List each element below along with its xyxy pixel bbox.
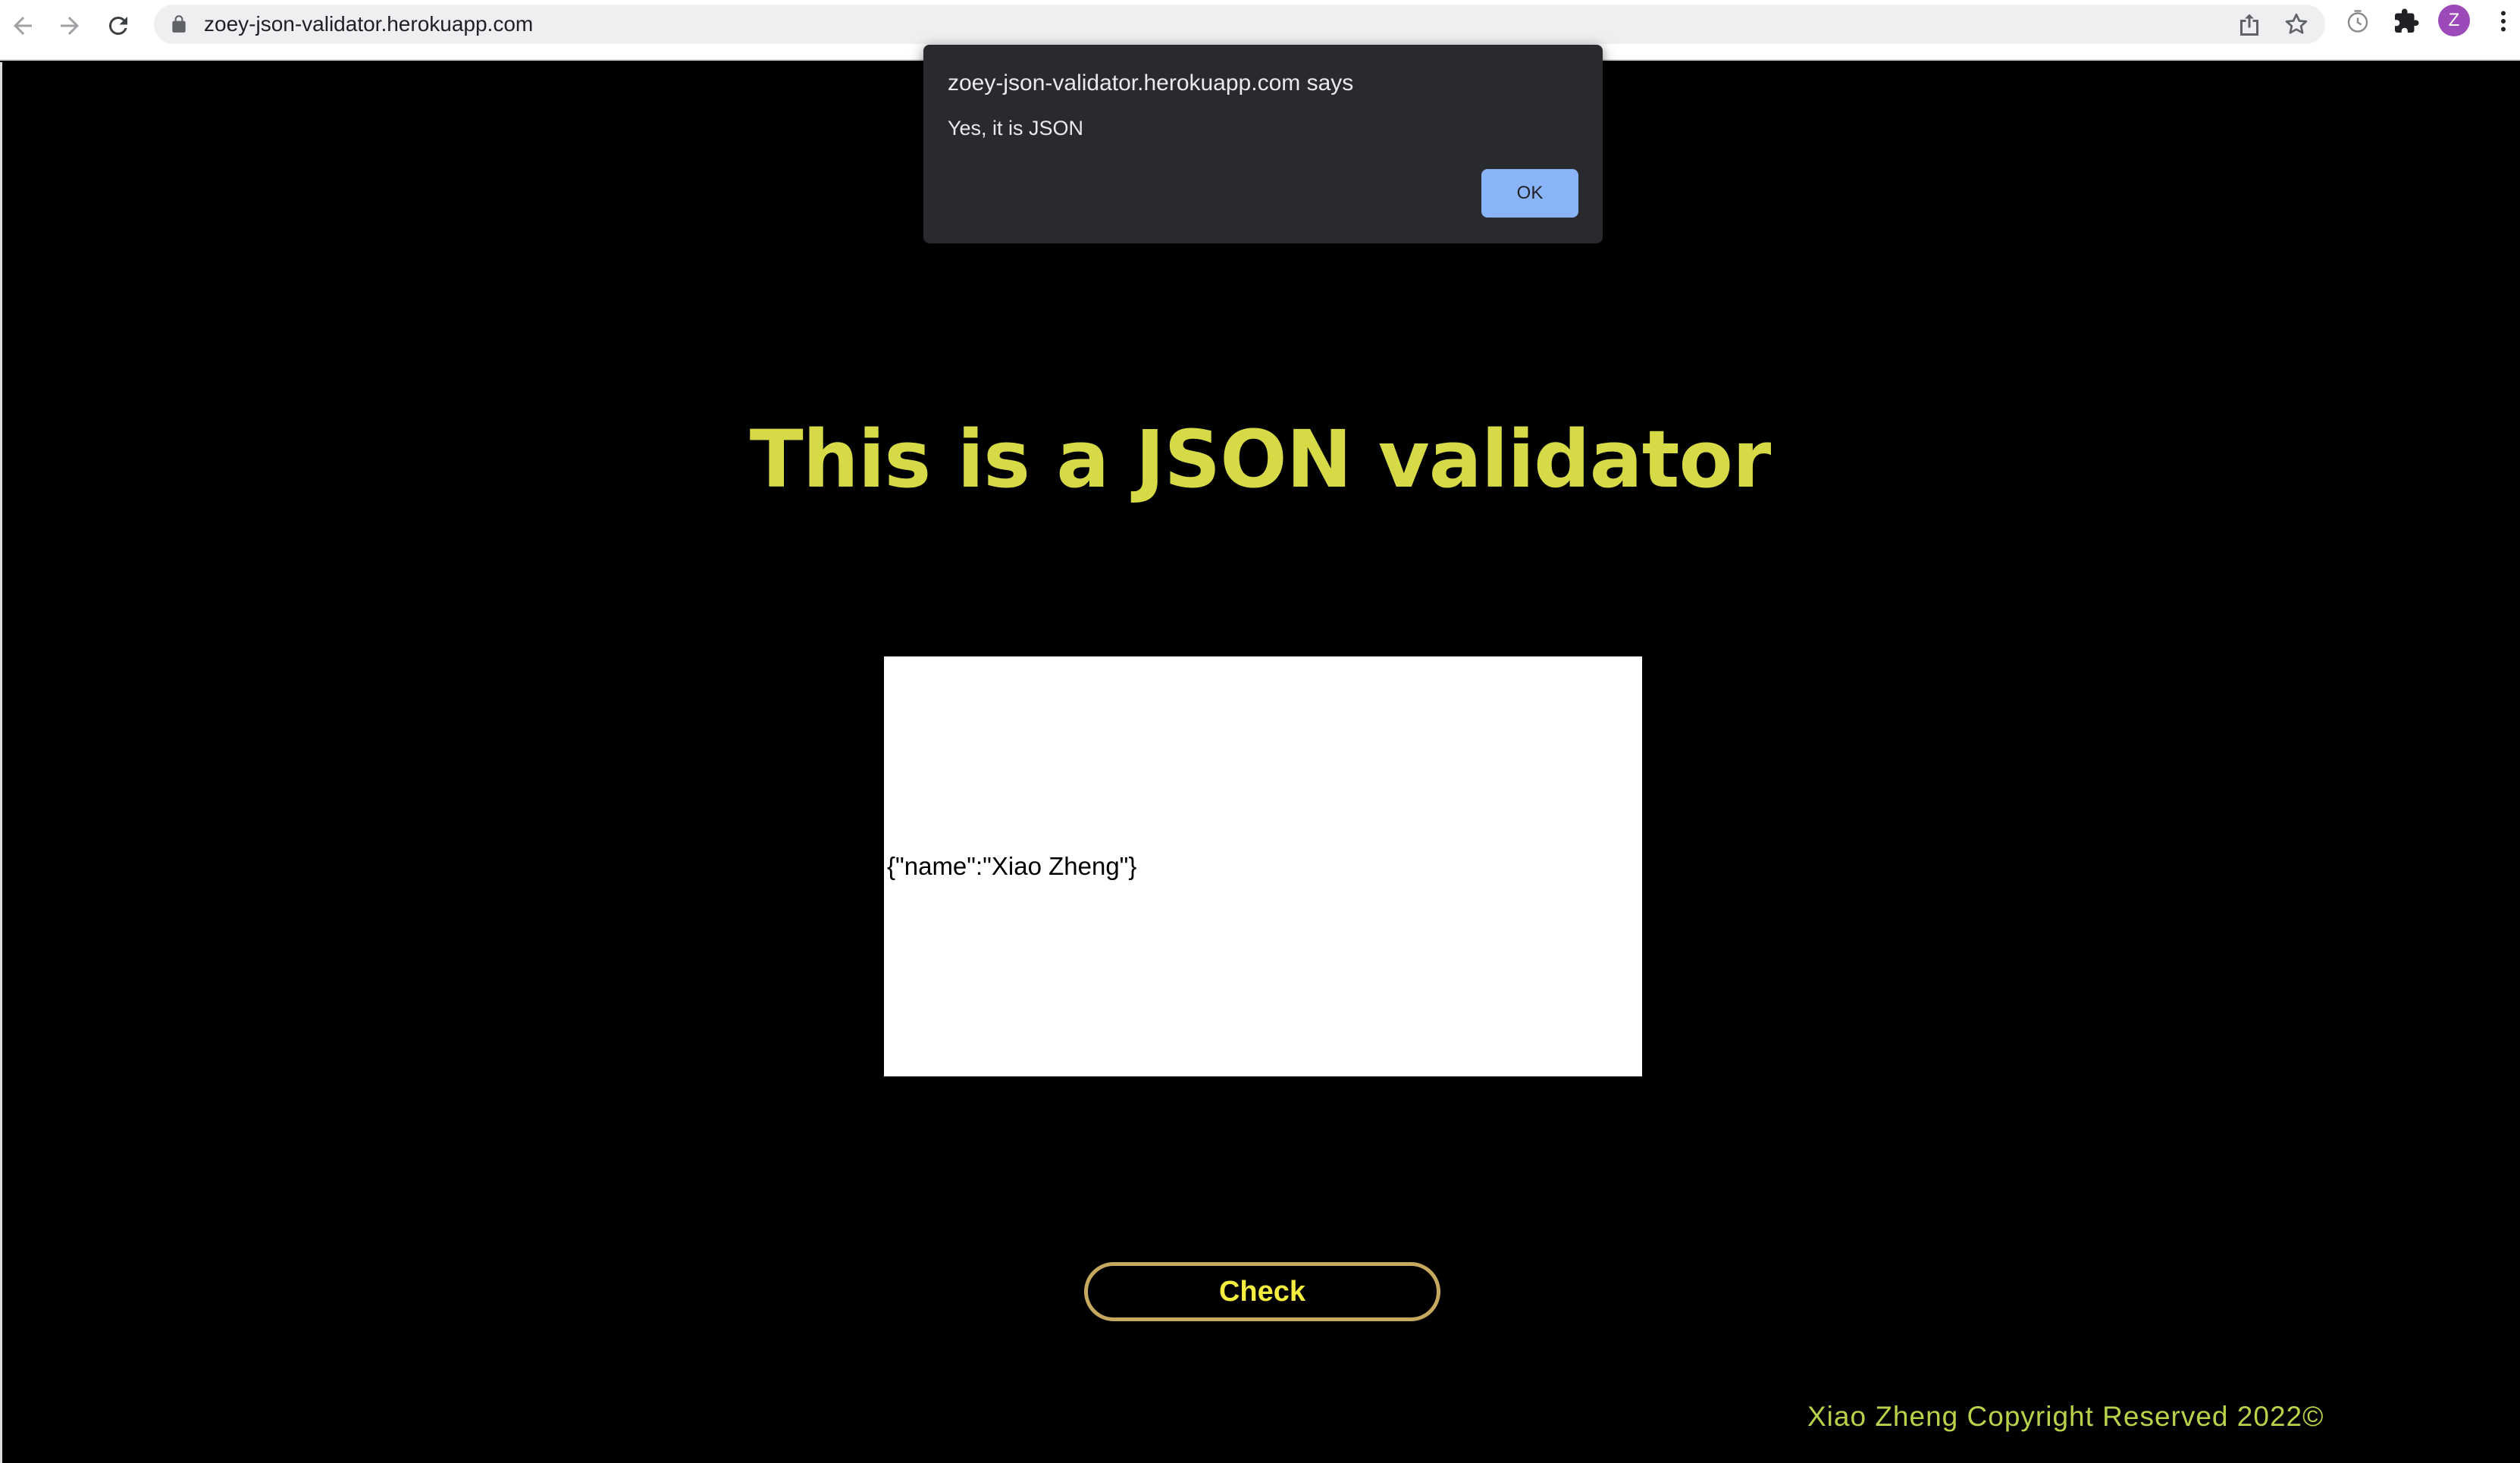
share-icon[interactable] — [2236, 11, 2263, 38]
page-border — [0, 62, 2, 1463]
avatar[interactable]: Z — [2438, 5, 2470, 36]
check-button[interactable]: Check — [1084, 1262, 1440, 1321]
ok-button[interactable]: OK — [1481, 169, 1578, 218]
json-input-value[interactable]: {"name":"Xiao Zheng"} — [887, 656, 1638, 1076]
puzzle-icon[interactable] — [2391, 6, 2421, 36]
dialog-title: zoey-json-validator.herokuapp.com says — [948, 70, 1354, 96]
url-text[interactable]: zoey-json-validator.herokuapp.com — [204, 5, 533, 44]
browser-window: zoey-json-validator.herokuapp.com Z This… — [0, 0, 2520, 1463]
json-input[interactable]: {"name":"Xiao Zheng"} — [884, 656, 1642, 1076]
timer-extension-icon[interactable] — [2343, 6, 2373, 36]
lock-icon[interactable] — [169, 14, 189, 34]
kebab-menu-icon[interactable] — [2488, 6, 2518, 36]
star-icon[interactable] — [2283, 11, 2310, 38]
dialog-message: Yes, it is JSON — [948, 117, 1084, 139]
forward-arrow-icon[interactable] — [52, 8, 88, 44]
page-title: This is a JSON validator — [749, 413, 1771, 506]
address-bar[interactable]: zoey-json-validator.herokuapp.com — [154, 5, 2325, 44]
copyright-footer: Xiao Zheng Copyright Reserved 2022© — [1807, 1401, 2324, 1432]
reload-icon[interactable] — [100, 8, 136, 44]
back-arrow-icon[interactable] — [5, 8, 41, 44]
alert-dialog: zoey-json-validator.herokuapp.com says Y… — [923, 45, 1603, 243]
